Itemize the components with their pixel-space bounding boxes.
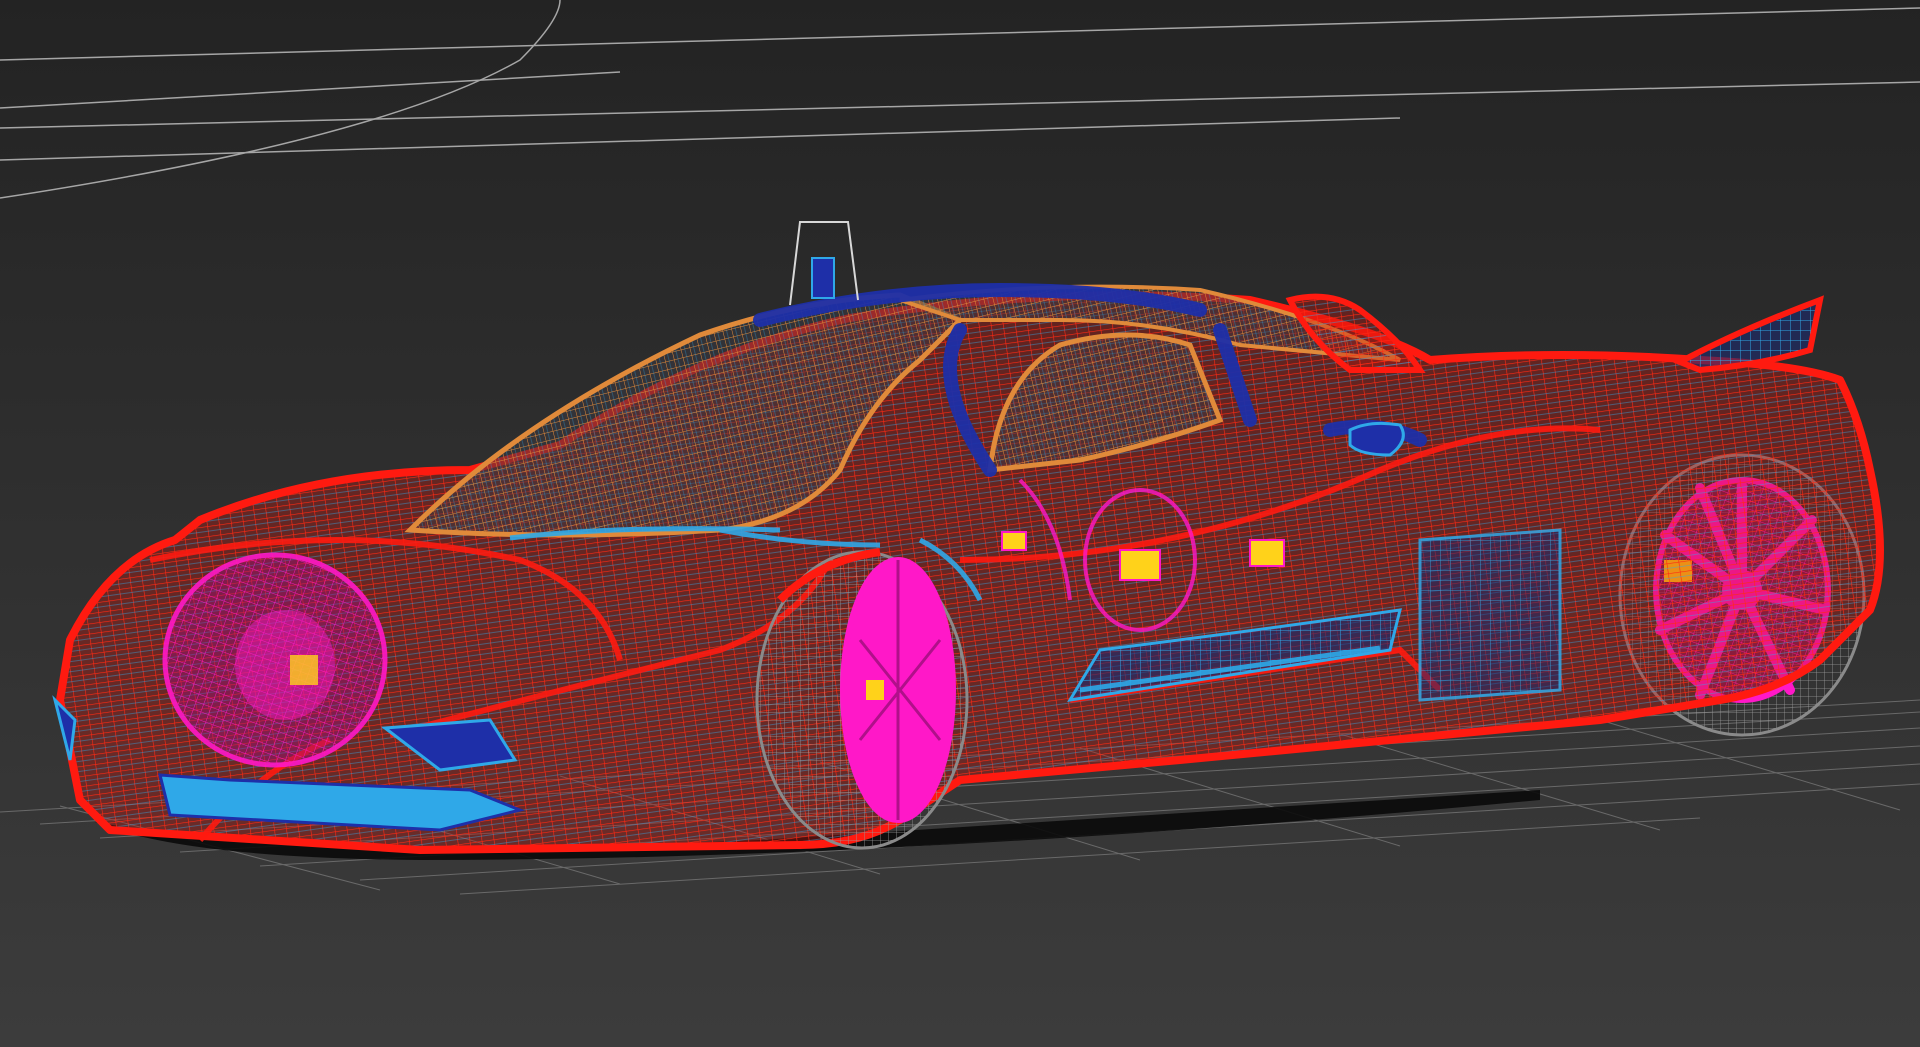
rear-vent	[1418, 528, 1562, 702]
side-mirror	[1348, 421, 1405, 457]
3d-viewport[interactable]	[0, 0, 1920, 1047]
viewport-canvas[interactable]	[0, 0, 1920, 1047]
front-headlight-cluster	[162, 552, 388, 768]
front-wheel	[755, 548, 969, 850]
